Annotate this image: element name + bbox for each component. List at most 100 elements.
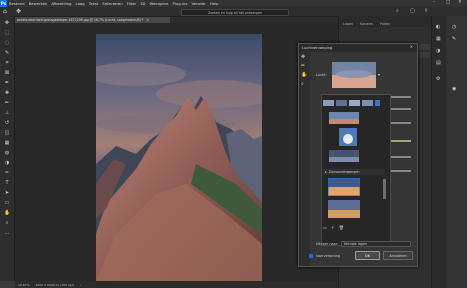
dodge-icon[interactable]: ◑ — [4, 160, 10, 166]
sky-dropdown-icon[interactable]: ▾ — [378, 72, 380, 77]
menu-bewerken[interactable]: Bewerken — [27, 1, 50, 6]
quick-select-icon[interactable]: ✎ — [4, 50, 10, 56]
eraser-icon[interactable]: ◫ — [4, 130, 10, 136]
delete-icon[interactable]: 🗑 — [339, 225, 344, 230]
home-icon[interactable]: ⌂ — [3, 8, 7, 15]
close-icon[interactable]: ✕ — [458, 0, 462, 5]
slider-track[interactable] — [391, 170, 411, 172]
slider-track[interactable] — [391, 156, 411, 158]
menu-help[interactable]: Help — [208, 1, 221, 6]
tab-lagen[interactable]: Lagen — [343, 22, 353, 26]
menu-weergave[interactable]: Weergave — [147, 1, 170, 6]
stamp-icon[interactable]: ⊥ — [4, 110, 10, 116]
menu-selecteren[interactable]: Selecteren — [100, 1, 124, 6]
gradient-icon[interactable]: ▦ — [4, 140, 10, 146]
preview-checkbox[interactable] — [309, 254, 313, 258]
sky-label: Lucht: — [316, 73, 327, 77]
move-tool-option-icon[interactable]: ✥ — [16, 8, 21, 15]
document-photo[interactable] — [96, 34, 262, 281]
add-sky-icon[interactable]: ＋ — [331, 225, 335, 230]
history-panel-icon[interactable]: ◷ — [452, 24, 456, 30]
slider-track[interactable] — [391, 140, 411, 142]
search-input[interactable]: Zoeken en hulp bij het ontwerpen — [181, 9, 289, 16]
more-icon[interactable]: … — [4, 230, 10, 236]
eyedropper-icon[interactable]: ✒ — [4, 80, 10, 86]
dialog-title-bar[interactable]: Luchtvervanging ✕ — [299, 44, 417, 52]
sky-thumb[interactable] — [336, 100, 347, 106]
marquee-icon[interactable]: ⬚ — [4, 30, 10, 36]
swatches-panel-icon[interactable]: ▦ — [436, 36, 441, 42]
zoom-level[interactable]: 16,67% — [18, 283, 29, 287]
menu-plugins[interactable]: Plug-ins — [170, 1, 189, 6]
path-select-icon[interactable]: ➤ — [4, 190, 10, 196]
tab-kanalen[interactable]: Kanalen — [360, 22, 373, 26]
dialog-title: Luchtvervanging — [302, 46, 333, 50]
type-icon[interactable]: T — [4, 180, 10, 186]
sky-brush-tool-icon[interactable]: ✏ — [301, 63, 305, 69]
sky-thumb-dusk[interactable] — [329, 150, 359, 162]
properties-panel-icon[interactable]: ⚙ — [436, 76, 440, 82]
document-tab-title: pexels-eberhard-grossgasteiger-1671196.j… — [17, 18, 144, 22]
hand-icon[interactable]: ✋ — [301, 72, 307, 78]
cancel-button[interactable]: Annuleren — [383, 251, 413, 260]
sky-move-tool-icon[interactable]: ✥ — [301, 54, 305, 60]
frame-icon[interactable]: ⊠ — [4, 70, 10, 76]
sky-thumb-row — [323, 100, 383, 107]
sky-thumb-blue[interactable] — [329, 112, 359, 124]
navigator-panel-icon[interactable]: ◉ — [452, 86, 456, 92]
maximize-icon[interactable]: □ — [446, 0, 450, 5]
menu-venster[interactable]: Venster — [189, 1, 207, 6]
ok-button[interactable]: OK — [355, 251, 380, 260]
minimize-icon[interactable]: – — [433, 0, 435, 5]
dialog-tool-column: ✥ ✏ ✋ ⌕ — [299, 52, 310, 266]
slider-track[interactable] — [391, 122, 411, 124]
history-brush-icon[interactable]: ↺ — [4, 120, 10, 126]
pen-icon[interactable]: ✑ — [4, 170, 10, 176]
status-arrow-icon[interactable]: › — [80, 283, 81, 287]
menu-afbeelding[interactable]: Afbeelding — [49, 1, 73, 6]
sky-list-scrollbar[interactable] — [383, 179, 386, 199]
sunset-group-label: Zonsondergangen — [328, 170, 360, 174]
sky-thumb-clouds[interactable] — [339, 128, 357, 146]
menu-laag[interactable]: Laag — [74, 1, 87, 6]
healing-icon[interactable]: ✚ — [4, 90, 10, 96]
hand-icon[interactable]: ✋ — [4, 210, 10, 216]
share-icon[interactable]: ⇪ — [424, 8, 428, 14]
tab-paden[interactable]: Paden — [380, 22, 390, 26]
menu-bestand[interactable]: Bestand — [7, 1, 27, 6]
sky-thumb[interactable] — [362, 100, 373, 106]
zoom-icon[interactable]: ⌕ — [4, 220, 10, 226]
sky-thumb[interactable] — [375, 100, 380, 106]
search-icon[interactable]: ⌕ — [396, 8, 399, 14]
color-panel-icon[interactable]: ◐ — [436, 24, 440, 30]
move-icon[interactable]: ✥ — [4, 20, 10, 26]
list-actions-row: ▭ ＋ 🗑 — [323, 225, 373, 230]
slider-track[interactable] — [391, 108, 411, 110]
menu-filter[interactable]: Filter — [125, 1, 138, 6]
blur-icon[interactable]: ◍ — [4, 150, 10, 156]
menu-3d[interactable]: 3D — [138, 1, 147, 6]
lasso-icon[interactable]: ◌ — [4, 40, 10, 46]
sky-thumb[interactable] — [323, 100, 334, 106]
menu-tekst[interactable]: Tekst — [87, 1, 101, 6]
tab-close-icon[interactable]: × — [146, 18, 149, 22]
sky-thumb[interactable] — [349, 100, 360, 106]
zoom-icon[interactable]: ⌕ — [301, 81, 304, 87]
crop-icon[interactable]: ⌗ — [4, 60, 10, 66]
far-right-dock: ◷ ✎ ◉ — [446, 16, 467, 288]
dialog-close-icon[interactable]: ✕ — [410, 45, 413, 49]
workspace-icon[interactable]: ▢ — [410, 8, 415, 14]
adjustments-panel-icon[interactable]: ◑ — [436, 48, 440, 54]
folder-icon: ▸ — [325, 170, 327, 174]
sunset-thumb-selected[interactable] — [328, 178, 360, 196]
libraries-panel-icon[interactable]: ▤ — [436, 60, 441, 66]
current-sky-preview[interactable] — [332, 62, 376, 88]
output-select[interactable]: Nieuwe lagen — [341, 241, 411, 247]
shape-icon[interactable]: ▭ — [4, 200, 10, 206]
brush-icon[interactable]: ✏ — [4, 100, 10, 106]
sunset-group-header[interactable]: ▸ Zonsondergangen — [323, 169, 385, 175]
new-group-icon[interactable]: ▭ — [323, 225, 327, 230]
slider-track[interactable] — [391, 96, 411, 98]
sunset-thumb[interactable] — [328, 200, 360, 218]
brush-settings-icon[interactable]: ✎ — [452, 36, 456, 42]
